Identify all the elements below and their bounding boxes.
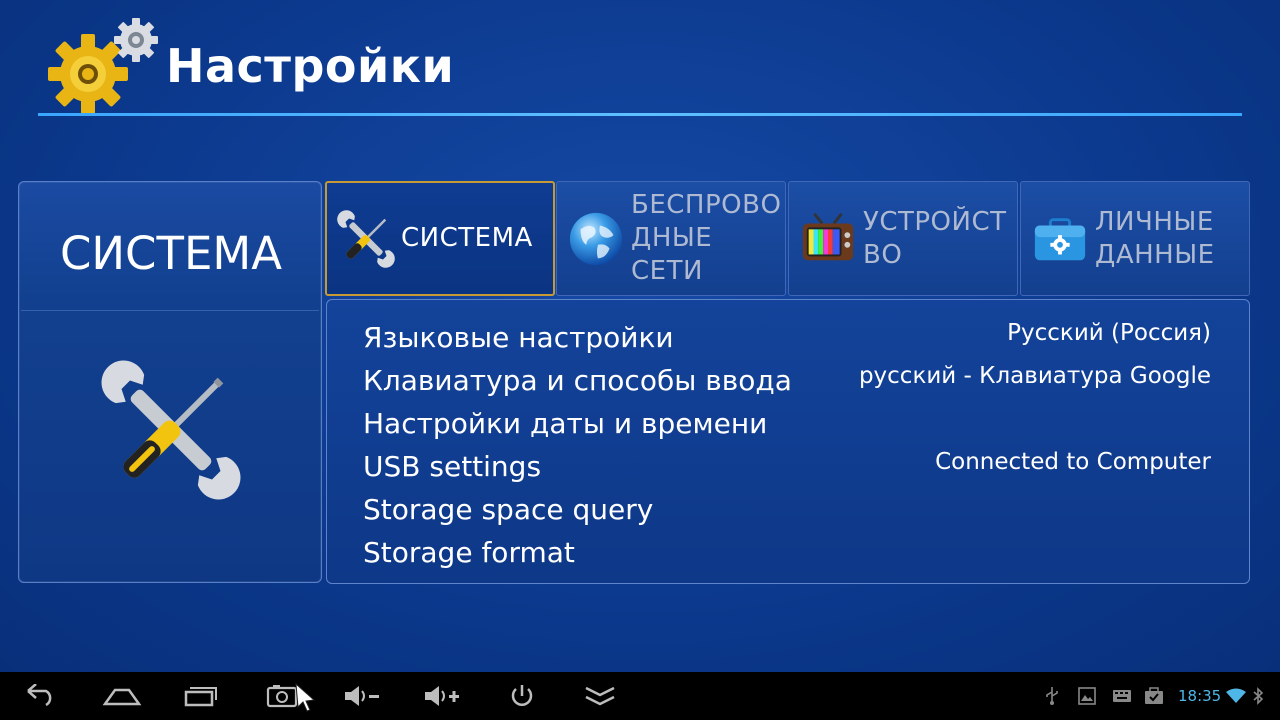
setting-value: русский - Клавиатура Google xyxy=(858,363,1211,389)
setting-label: USB settings xyxy=(363,450,542,483)
setting-label: Клавиатура и способы ввода xyxy=(363,364,792,397)
image-icon xyxy=(1078,672,1100,720)
tab-label: БЕСПРОВО ДНЫЕ СЕТИ xyxy=(631,190,782,286)
page-title: Настройки xyxy=(166,39,455,93)
tab-system[interactable]: СИСТЕМА xyxy=(325,181,555,296)
volume-up-icon[interactable] xyxy=(418,672,466,720)
setting-value: Connected to Computer xyxy=(935,449,1211,475)
tools-icon xyxy=(101,360,241,500)
tab-wireless-networks[interactable]: БЕСПРОВО ДНЫЕ СЕТИ xyxy=(556,181,786,296)
navigation-bar: 18:35 xyxy=(0,672,1280,720)
tab-device[interactable]: УСТРОЙСТ ВО xyxy=(788,181,1018,296)
setting-usb[interactable]: USB settings Connected to Computer xyxy=(327,445,1249,488)
home-icon[interactable] xyxy=(98,672,146,720)
tab-label: ЛИЧНЫЕ ДАННЫЕ xyxy=(1095,206,1215,270)
category-divider xyxy=(21,310,319,311)
tv-icon xyxy=(797,208,859,270)
settings-screen: Настройки СИСТЕМА СИСТЕМА БЕСПРОВО ДНЫЕ … xyxy=(0,0,1280,672)
setting-label: Storage space query xyxy=(363,493,654,526)
setting-language[interactable]: Языковые настройки Русский (Россия) xyxy=(327,316,1249,359)
briefcase-gear-icon xyxy=(1029,208,1091,270)
bluetooth-icon xyxy=(1252,672,1268,720)
setting-value: Русский (Россия) xyxy=(1007,320,1211,346)
setting-storage-format[interactable]: Storage format xyxy=(327,531,1249,574)
header-divider xyxy=(38,113,1242,116)
settings-list: Языковые настройки Русский (Россия) Клав… xyxy=(326,299,1250,584)
usb-icon xyxy=(1044,672,1064,720)
setting-label: Storage format xyxy=(363,536,575,569)
download-done-icon xyxy=(1144,672,1166,720)
recent-apps-icon[interactable] xyxy=(176,672,224,720)
category-panel: СИСТЕМА xyxy=(18,181,322,583)
tab-label: СИСТЕМА xyxy=(401,223,533,253)
back-icon[interactable] xyxy=(18,672,66,720)
status-clock: 18:35 xyxy=(1178,687,1222,705)
setting-label: Языковые настройки xyxy=(363,321,674,354)
keyboard-icon xyxy=(1112,672,1134,720)
wifi-icon xyxy=(1226,672,1248,720)
header: Настройки xyxy=(0,0,1280,120)
setting-date-time[interactable]: Настройки даты и времени xyxy=(327,402,1249,445)
tab-label: УСТРОЙСТ ВО xyxy=(863,206,1007,270)
screenshot-icon[interactable] xyxy=(256,672,328,720)
tools-icon xyxy=(335,208,397,270)
power-icon[interactable] xyxy=(498,672,546,720)
gears-icon xyxy=(48,18,158,114)
setting-keyboard-input[interactable]: Клавиатура и способы ввода русский - Кла… xyxy=(327,359,1249,402)
setting-label: Настройки даты и времени xyxy=(363,407,768,440)
tab-personal-data[interactable]: ЛИЧНЫЕ ДАННЫЕ xyxy=(1020,181,1250,296)
category-title: СИСТЕМА xyxy=(59,227,283,280)
volume-down-icon[interactable] xyxy=(338,672,386,720)
globe-icon xyxy=(565,208,627,270)
setting-storage-query[interactable]: Storage space query xyxy=(327,488,1249,531)
hide-bar-icon[interactable] xyxy=(576,672,624,720)
